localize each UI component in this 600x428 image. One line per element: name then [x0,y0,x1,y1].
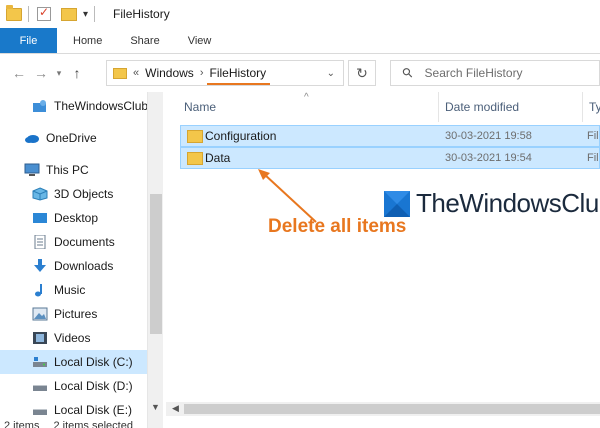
file-list-pane: ^ Name Date modified Ty Configuration 30… [164,92,600,428]
new-folder-icon[interactable] [61,7,77,21]
scrollbar-thumb[interactable] [184,404,600,414]
sidebar-item-desktop[interactable]: Desktop [0,206,147,230]
divider [94,6,96,22]
tab-share[interactable]: Share [116,28,173,53]
quick-access-toolbar: ▾ [0,0,101,28]
folder-icon [113,67,127,79]
sidebar-item-documents[interactable]: Documents [0,230,147,254]
window-title: FileHistory [113,7,170,21]
item-count: 2 items [4,420,40,428]
sidebar-item-onedrive[interactable]: OneDrive [0,126,147,150]
sidebar-item-videos[interactable]: Videos [0,326,147,350]
folder-icon [6,4,22,21]
column-divider[interactable] [438,92,439,122]
sidebar-item-this-pc[interactable]: This PC [0,158,147,182]
document-icon [32,234,48,250]
column-header-name[interactable]: Name [184,92,216,122]
sidebar-scrollbar[interactable]: ▼ [147,92,163,428]
music-icon [32,283,48,297]
up-arrow-icon[interactable]: ↑ [66,65,88,81]
download-icon [32,259,48,273]
breadcrumb-filehistory[interactable]: FileHistory [207,66,270,85]
breadcrumb-windows[interactable]: Windows [145,66,194,80]
folder-icon [187,129,203,143]
address-bar[interactable]: « Windows › FileHistory ⌄ [106,60,344,86]
breadcrumb-overflow[interactable]: « [133,67,139,79]
status-bar: 2 items 2 items selected [0,420,600,428]
navigation-pane: TheWindowsClub OneDrive This PC 3D Objec… [0,92,147,428]
title-bar: ▾ FileHistory [0,0,600,28]
sidebar-item-local-disk-c[interactable]: Local Disk (C:) [0,350,147,374]
address-dropdown-chevron-icon[interactable]: ⌄ [327,68,335,79]
tab-home[interactable]: Home [59,28,116,53]
sidebar-item-pictures[interactable]: Pictures [0,302,147,326]
file-date: 30-03-2021 19:54 [445,152,532,164]
file-date: 30-03-2021 19:58 [445,130,532,142]
sort-ascending-icon: ^ [304,92,309,103]
desktop-icon [32,211,48,225]
sidebar-item-local-disk-d[interactable]: Local Disk (D:) [0,374,147,398]
divider [28,6,29,22]
sidebar-item-local-disk-e[interactable]: Local Disk (E:) [0,398,147,422]
windows-logo-icon [384,190,410,217]
sidebar-item-downloads[interactable]: Downloads [0,254,147,278]
navigation-bar: ← → ▾ ↑ « Windows › FileHistory ⌄ ↻ ⚲ [0,54,600,92]
sidebar-item-3d-objects[interactable]: 3D Objects [0,182,147,206]
annotation-text: Delete all items [268,216,407,237]
drive-icon [32,379,48,393]
file-name: Data [205,151,231,165]
ribbon-tabs: File Home Share View [0,28,600,54]
table-row[interactable]: Configuration 30-03-2021 19:58 Fil [180,125,600,147]
refresh-button[interactable]: ↻ [348,60,376,86]
tab-file[interactable]: File [0,28,57,53]
watermark-text: TheWindowsClub [416,188,600,218]
search-icon: ⚲ [398,63,417,82]
column-header-date-modified[interactable]: Date modified [445,92,519,122]
watermark-logo: TheWindowsClub [384,188,600,219]
scrollbar-thumb[interactable] [150,194,162,334]
sidebar-item-thewindowsclub[interactable]: TheWindowsClub [0,94,147,118]
table-row[interactable]: Data 30-03-2021 19:54 Fil [180,147,600,169]
recent-locations-chevron-icon[interactable]: ▾ [52,68,66,79]
properties-icon[interactable] [37,5,51,21]
search-input[interactable] [424,66,585,80]
file-name: Configuration [205,129,277,143]
picture-icon [32,307,48,321]
tab-view[interactable]: View [174,28,226,53]
column-divider[interactable] [582,92,583,122]
back-arrow-icon[interactable]: ← [8,65,30,81]
cloud-icon [24,131,40,145]
sidebar-item-music[interactable]: Music [0,278,147,302]
horizontal-scrollbar[interactable]: ◀ [166,402,600,416]
drive-icon [32,403,48,417]
scroll-down-arrow-icon[interactable]: ▼ [151,402,160,412]
file-type: Fil [587,152,599,164]
search-box[interactable]: ⚲ [390,60,600,86]
video-icon [32,331,48,345]
scroll-left-arrow-icon[interactable]: ◀ [172,403,179,414]
computer-icon [24,163,40,177]
file-type: Fil [587,130,599,142]
column-header-type[interactable]: Ty [589,92,600,122]
folder-icon [187,151,203,165]
drive-icon [32,355,48,369]
customize-toolbar-chevron-icon[interactable]: ▾ [83,9,88,20]
forward-arrow-icon[interactable]: → [30,65,52,81]
selection-count: 2 items selected [53,420,133,428]
chevron-right-icon[interactable]: › [200,67,204,79]
user-folder-icon [32,99,48,113]
cube-icon [32,187,48,201]
